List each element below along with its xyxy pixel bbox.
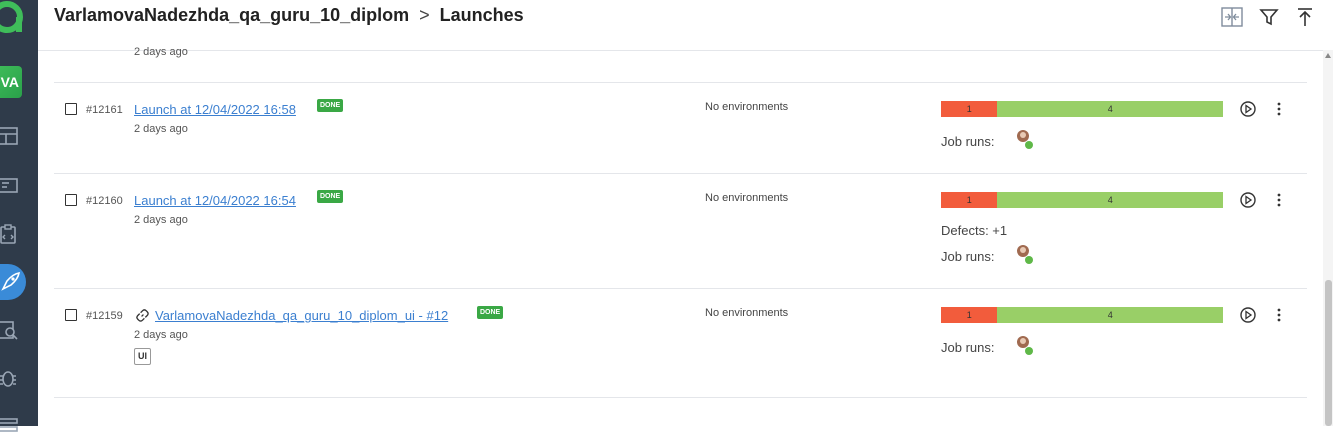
defects-count[interactable]: Defects: +1 bbox=[941, 223, 1007, 238]
job-run-avatar-icon[interactable] bbox=[1015, 128, 1035, 150]
results-bar[interactable]: 1 4 bbox=[941, 307, 1223, 323]
link-icon bbox=[136, 309, 149, 322]
launch-name-link[interactable]: VarlamovaNadezhda_qa_guru_10_diplom_ui -… bbox=[155, 308, 448, 323]
results-bar[interactable]: 1 4 bbox=[941, 192, 1223, 208]
more-icon[interactable] bbox=[1273, 307, 1285, 323]
failed-segment: 1 bbox=[941, 307, 998, 323]
play-icon[interactable] bbox=[1240, 101, 1256, 117]
launch-id: #12159 bbox=[86, 310, 123, 322]
sidebar-item-launches[interactable] bbox=[0, 264, 26, 300]
scrollbar-thumb[interactable] bbox=[1325, 280, 1332, 426]
job-runs-label: Job runs: bbox=[941, 249, 995, 264]
status-badge: DONE bbox=[477, 306, 504, 319]
status-badge: DONE bbox=[317, 99, 344, 112]
job-runs-label: Job runs: bbox=[941, 134, 995, 149]
launch-tag[interactable]: UI bbox=[134, 348, 151, 365]
sidebar-item-test-cases[interactable] bbox=[0, 168, 26, 204]
launch-row[interactable]: #12159 VarlamovaNadezhda_qa_guru_10_dipl… bbox=[54, 288, 1307, 398]
dashboard-icon bbox=[0, 127, 18, 145]
play-icon[interactable] bbox=[1240, 192, 1256, 208]
sidebar-item-defects[interactable] bbox=[0, 360, 26, 396]
play-icon[interactable] bbox=[1240, 307, 1256, 323]
failed-segment: 1 bbox=[941, 101, 998, 117]
defects-icon bbox=[0, 371, 16, 387]
sidebar: VA bbox=[0, 0, 38, 432]
sidebar-item-analytics[interactable] bbox=[0, 312, 26, 348]
allure-logo-icon[interactable] bbox=[0, 0, 26, 36]
row-checkbox[interactable] bbox=[65, 103, 77, 115]
launch-age: 2 days ago bbox=[134, 46, 188, 58]
test-plans-icon bbox=[0, 224, 16, 244]
launch-id: #12160 bbox=[86, 195, 123, 207]
filter-icon[interactable] bbox=[1258, 6, 1280, 28]
job-run-avatar-icon[interactable] bbox=[1015, 243, 1035, 265]
sidebar-item-test-plans[interactable] bbox=[0, 216, 26, 252]
row-checkbox[interactable] bbox=[65, 309, 77, 321]
passed-segment: 4 bbox=[997, 101, 1223, 117]
more-icon[interactable] bbox=[1273, 192, 1285, 208]
status-badge: DONE bbox=[317, 190, 344, 203]
launches-icon bbox=[1, 272, 20, 291]
more-icon[interactable] bbox=[1273, 101, 1285, 117]
launch-id: #12161 bbox=[86, 104, 123, 116]
analytics-icon bbox=[0, 321, 18, 340]
passed-segment: 4 bbox=[997, 192, 1223, 208]
launch-age: 2 days ago bbox=[134, 329, 188, 341]
launch-environment: No environments bbox=[705, 192, 789, 204]
job-runs-label: Job runs: bbox=[941, 340, 995, 355]
sidebar-item-settings[interactable] bbox=[0, 408, 26, 444]
page-header: VarlamovaNadezhda_qa_guru_10_diplom > Laun… bbox=[38, 0, 1333, 51]
results-bar[interactable]: 1 4 bbox=[941, 101, 1223, 117]
launch-environment: No environments bbox=[705, 307, 789, 319]
upload-icon[interactable] bbox=[1294, 6, 1316, 28]
launch-environment: No environments bbox=[705, 101, 789, 113]
launch-row[interactable]: #12161 Launch at 12/04/2022 16:58 DONE 2… bbox=[54, 82, 1307, 174]
sidebar-item-dashboards[interactable] bbox=[0, 118, 26, 154]
settings-icon bbox=[0, 418, 18, 432]
launch-row[interactable]: #12160 Launch at 12/04/2022 16:54 DONE 2… bbox=[54, 173, 1307, 289]
breadcrumb-separator: > bbox=[419, 5, 430, 25]
launch-age: 2 days ago bbox=[134, 123, 188, 135]
launch-name-link[interactable]: Launch at 12/04/2022 16:54 bbox=[134, 193, 296, 208]
breadcrumb-project[interactable]: VarlamovaNadezhda_qa_guru_10_diplom bbox=[54, 5, 409, 25]
passed-segment: 4 bbox=[997, 307, 1223, 323]
compare-icon[interactable] bbox=[1221, 6, 1243, 28]
row-checkbox[interactable] bbox=[65, 194, 77, 206]
page-title: Launches bbox=[439, 5, 524, 25]
test-cases-icon bbox=[0, 178, 18, 193]
failed-segment: 1 bbox=[941, 192, 998, 208]
breadcrumb: VarlamovaNadezhda_qa_guru_10_diplom > Laun… bbox=[54, 5, 524, 26]
launch-name-link[interactable]: Launch at 12/04/2022 16:58 bbox=[134, 102, 296, 117]
scroll-up-arrow-icon[interactable] bbox=[1325, 53, 1331, 58]
launch-row[interactable]: 2 days ago bbox=[54, 46, 1307, 83]
project-avatar[interactable]: VA bbox=[0, 66, 22, 98]
launch-age: 2 days ago bbox=[134, 214, 188, 226]
job-run-avatar-icon[interactable] bbox=[1015, 334, 1035, 356]
